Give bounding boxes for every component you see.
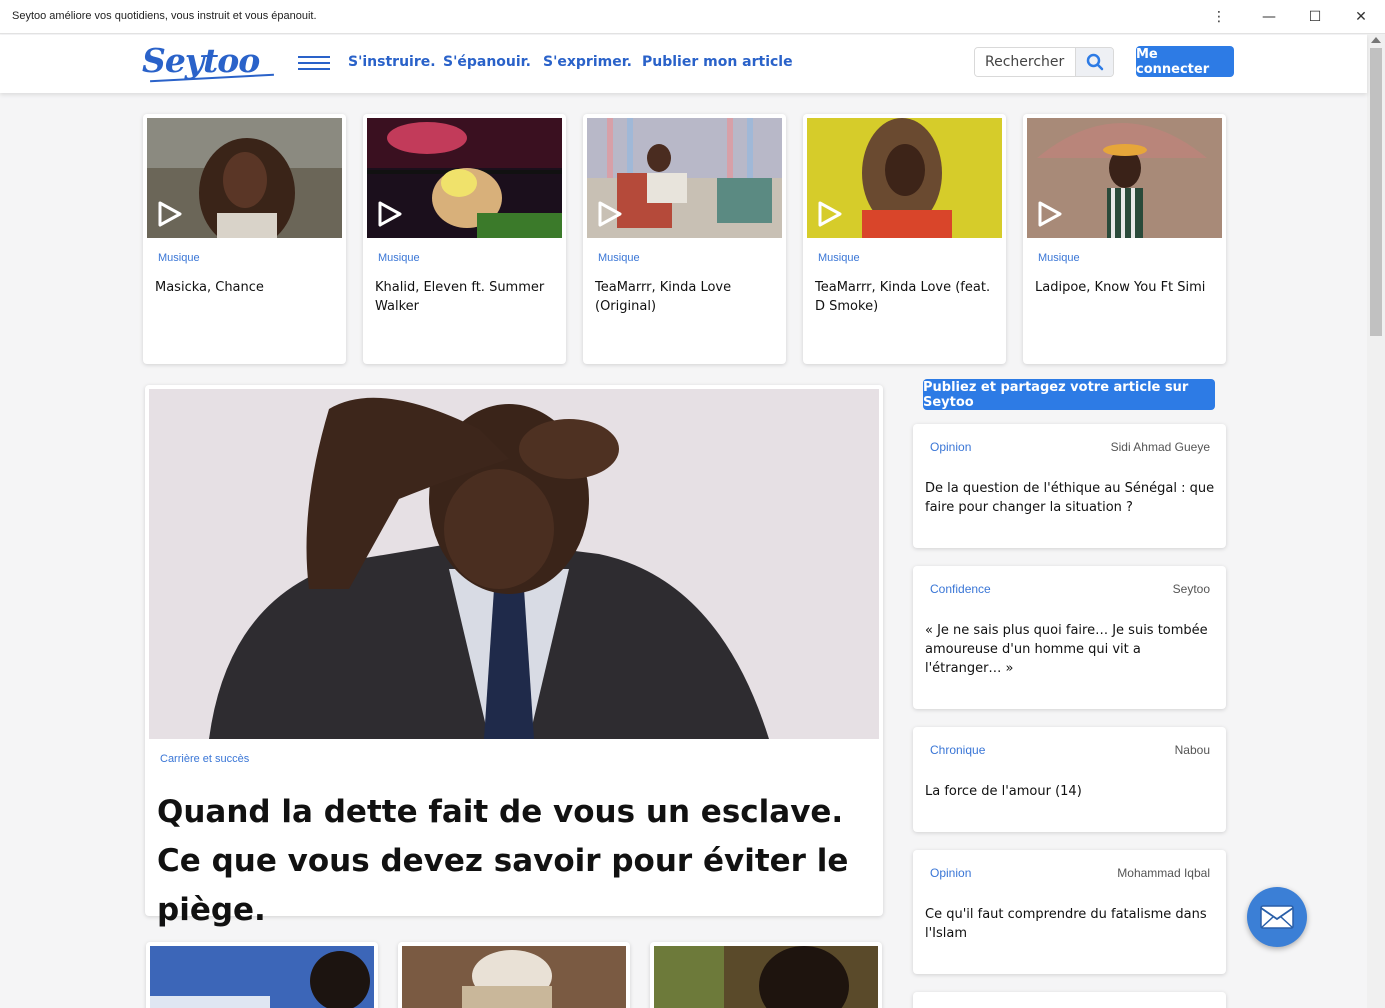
video-thumbnail[interactable] bbox=[1027, 118, 1222, 238]
side-article-card[interactable]: Confidence Seytoo « Je ne sais plus quoi… bbox=[913, 566, 1226, 709]
music-card[interactable]: Musique TeaMarrr, Kinda Love (feat. D Sm… bbox=[803, 114, 1006, 364]
article-card[interactable] bbox=[398, 942, 630, 1008]
side-article-card[interactable]: Opinion Sidi Ahmad Gueye De la question … bbox=[913, 424, 1226, 548]
close-icon[interactable]: ✕ bbox=[1350, 6, 1372, 28]
side-article-title[interactable]: De la question de l'éthique au Sénégal :… bbox=[925, 479, 1217, 517]
music-category[interactable]: Musique bbox=[1038, 252, 1080, 264]
video-thumbnail[interactable] bbox=[587, 118, 782, 238]
music-category[interactable]: Musique bbox=[598, 252, 640, 264]
side-article-category[interactable]: Chronique bbox=[930, 743, 985, 757]
play-icon bbox=[158, 201, 182, 227]
music-title[interactable]: Ladipoe, Know You Ft Simi bbox=[1035, 278, 1217, 297]
music-title[interactable]: TeaMarrr, Kinda Love (Original) bbox=[595, 278, 777, 316]
side-article-category[interactable]: Opinion bbox=[930, 866, 971, 880]
music-card[interactable]: Musique Masicka, Chance bbox=[143, 114, 346, 364]
search-box bbox=[974, 47, 1114, 77]
featured-category[interactable]: Carrière et succès bbox=[160, 753, 249, 765]
music-card[interactable]: Musique Ladipoe, Know You Ft Simi bbox=[1023, 114, 1226, 364]
window-title: Seytoo améliore vos quotidiens, vous ins… bbox=[12, 10, 317, 22]
nav-sepanouir[interactable]: S'épanouir. bbox=[443, 54, 531, 70]
side-article-title[interactable]: Ce qu'il faut comprendre du fatalisme da… bbox=[925, 905, 1217, 943]
play-icon bbox=[818, 201, 842, 227]
music-category[interactable]: Musique bbox=[158, 252, 200, 264]
article-thumbnail[interactable] bbox=[402, 946, 626, 1008]
vertical-scrollbar[interactable] bbox=[1367, 34, 1385, 1008]
article-card[interactable] bbox=[146, 942, 378, 1008]
music-card[interactable]: Musique Khalid, Eleven ft. Summer Walker bbox=[363, 114, 566, 364]
nav-publier-article[interactable]: Publier mon article bbox=[642, 54, 793, 70]
side-article-card[interactable]: Chronique Nabou La force de l'amour (14) bbox=[913, 727, 1226, 832]
search-button[interactable] bbox=[1075, 48, 1113, 76]
side-article-card[interactable] bbox=[913, 992, 1226, 1008]
video-thumbnail[interactable] bbox=[367, 118, 562, 238]
kebab-menu-icon[interactable]: ⋮ bbox=[1208, 6, 1230, 28]
side-article-author: Seytoo bbox=[1172, 582, 1210, 596]
hamburger-menu-icon[interactable] bbox=[298, 56, 330, 72]
publish-article-button[interactable]: Publiez et partagez votre article sur Se… bbox=[923, 379, 1215, 410]
window-titlebar: Seytoo améliore vos quotidiens, vous ins… bbox=[0, 0, 1385, 34]
side-article-category[interactable]: Confidence bbox=[930, 582, 991, 596]
side-article-card[interactable]: Opinion Mohammad Iqbal Ce qu'il faut com… bbox=[913, 850, 1226, 974]
side-article-author: Mohammad Iqbal bbox=[1117, 866, 1210, 880]
site-header: Seytoo S'instruire. S'épanouir. S'exprim… bbox=[0, 35, 1367, 93]
side-article-title[interactable]: La force de l'amour (14) bbox=[925, 782, 1217, 801]
nav-sexprimer[interactable]: S'exprimer. bbox=[543, 54, 632, 70]
video-thumbnail[interactable] bbox=[147, 118, 342, 238]
play-icon bbox=[1038, 201, 1062, 227]
search-input[interactable] bbox=[975, 48, 1075, 76]
play-icon bbox=[598, 201, 622, 227]
music-category[interactable]: Musique bbox=[818, 252, 860, 264]
maximize-icon[interactable]: ☐ bbox=[1304, 6, 1326, 28]
scrollbar-thumb[interactable] bbox=[1370, 48, 1382, 336]
side-article-author: Sidi Ahmad Gueye bbox=[1110, 440, 1210, 454]
featured-image[interactable] bbox=[149, 389, 879, 739]
featured-title[interactable]: Quand la dette fait de vous un esclave. … bbox=[157, 788, 857, 935]
envelope-icon bbox=[1260, 905, 1294, 929]
minimize-icon[interactable]: — bbox=[1258, 6, 1280, 28]
article-thumbnail[interactable] bbox=[150, 946, 374, 1008]
video-thumbnail[interactable] bbox=[807, 118, 1002, 238]
music-title[interactable]: Khalid, Eleven ft. Summer Walker bbox=[375, 278, 557, 316]
play-icon bbox=[378, 201, 402, 227]
site-logo[interactable]: Seytoo bbox=[142, 41, 260, 80]
music-category[interactable]: Musique bbox=[378, 252, 420, 264]
side-article-title[interactable]: « Je ne sais plus quoi faire… Je suis to… bbox=[925, 621, 1217, 678]
newsletter-mail-button[interactable] bbox=[1247, 887, 1307, 947]
featured-article[interactable]: Carrière et succès Quand la dette fait d… bbox=[145, 385, 883, 928]
nav-sinstruire[interactable]: S'instruire. bbox=[348, 54, 436, 70]
music-card[interactable]: Musique TeaMarrr, Kinda Love (Original) bbox=[583, 114, 786, 364]
login-button[interactable]: Me connecter bbox=[1136, 46, 1234, 77]
music-title[interactable]: TeaMarrr, Kinda Love (feat. D Smoke) bbox=[815, 278, 997, 316]
side-article-category[interactable]: Opinion bbox=[930, 440, 971, 454]
article-card[interactable] bbox=[650, 942, 882, 1008]
scroll-up-icon[interactable] bbox=[1371, 37, 1381, 43]
article-thumbnail[interactable] bbox=[654, 946, 878, 1008]
search-icon bbox=[1086, 53, 1103, 71]
music-title[interactable]: Masicka, Chance bbox=[155, 278, 337, 297]
side-article-author: Nabou bbox=[1174, 743, 1210, 757]
